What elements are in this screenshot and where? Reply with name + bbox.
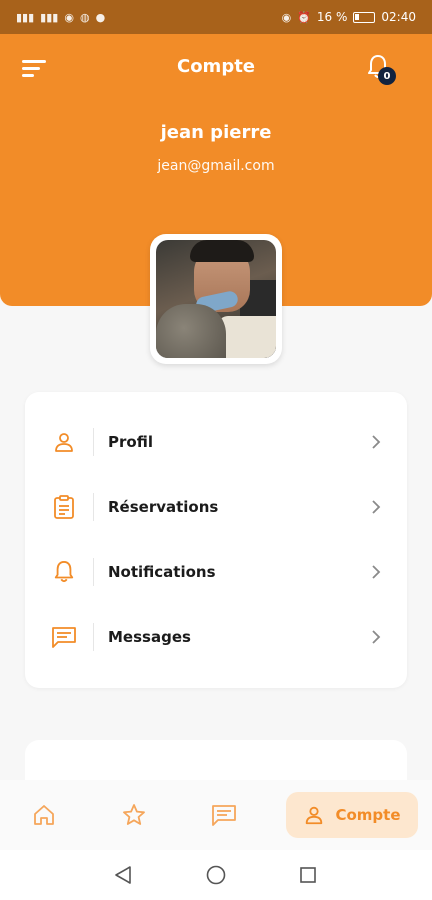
battery-icon [353,11,376,23]
menu-item-label: Messages [108,628,191,646]
home-icon [34,805,54,825]
signal-icon: ▮▮▮ [16,10,35,24]
hotspot-icon: ◉ [64,10,74,24]
status-time: 02:40 [381,10,416,24]
menu-item-notifications[interactable]: Notifications [25,547,407,597]
eye-icon: ◉ [281,10,292,24]
battery-percent: 16 % [316,10,348,24]
account-menu-card: Profil Réservations Notifications Messag… [25,392,407,688]
recents-button[interactable] [297,864,319,886]
bell-icon [51,559,77,585]
bottom-navigation: Compte [0,780,432,850]
menu-item-profil[interactable]: Profil [25,417,407,467]
menu-item-label: Profil [108,433,153,451]
menu-divider [93,493,94,521]
nav-favorites[interactable] [114,792,154,838]
chevron-right-icon [369,500,383,514]
status-left-icons: ▮▮▮ ▮▮▮ ◉ ◍ ● [16,11,105,24]
star-icon [123,804,145,825]
menu-item-label: Réservations [108,498,219,516]
chat-icon [212,805,236,826]
avatar[interactable] [150,234,282,364]
menu-item-messages[interactable]: Messages [25,612,407,662]
home-system-button[interactable] [205,864,227,886]
whatsapp-icon: ◍ [79,10,90,24]
back-button[interactable] [112,864,134,886]
nav-messages[interactable] [204,792,244,838]
nav-account[interactable]: Compte [286,792,418,838]
nav-account-label: Compte [335,806,401,824]
messenger-icon: ● [95,10,106,24]
chat-icon [51,624,77,650]
user-name: jean pierre [160,122,272,143]
menu-item-reservations[interactable]: Réservations [25,482,407,532]
menu-item-label: Notifications [108,563,216,581]
menu-divider [93,428,94,456]
chevron-right-icon [369,630,383,644]
signal-icon: ▮▮▮ [40,10,59,24]
notification-badge: 0 [378,67,396,85]
nav-home[interactable] [24,792,64,838]
recents-square-icon [300,867,316,883]
avatar-photo [156,240,276,358]
menu-divider [93,558,94,586]
user-email: jean@gmail.com [157,158,275,174]
menu-divider [93,623,94,651]
clipboard-icon [51,494,77,520]
back-triangle-icon [115,866,131,884]
home-circle-icon [206,865,226,885]
user-icon [51,429,77,455]
user-icon [306,806,323,825]
status-right-icons: ◉ ⏰ 16 % 02:40 [282,10,416,24]
status-bar: ▮▮▮ ▮▮▮ ◉ ◍ ● ◉ ⏰ 16 % 02:40 [0,0,432,34]
alarm-icon: ⏰ [297,10,311,24]
chevron-right-icon [369,565,383,579]
notifications-button[interactable]: 0 [366,54,398,86]
system-navigation-bar [0,850,432,900]
chevron-right-icon [369,435,383,449]
